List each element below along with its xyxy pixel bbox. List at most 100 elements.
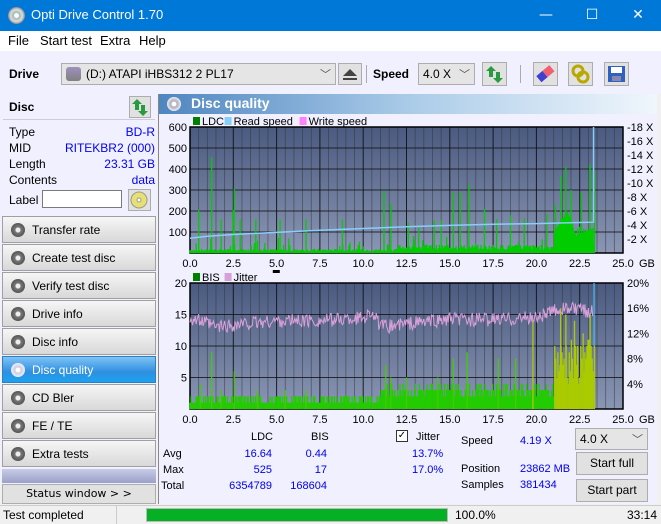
nav-verify-test-disc[interactable]: Verify test disc [2,272,156,299]
start-full-button[interactable]: Start full [576,452,648,475]
progress-text: 100.0% [455,508,496,522]
position-label: Position [461,463,501,475]
minimize-button[interactable]: — [523,0,569,31]
maximize-button[interactable]: ☐ [569,0,615,31]
y2-tick-label: -10 X [627,178,654,190]
nav-transfer-rate[interactable]: Transfer rate [2,216,156,243]
save-button[interactable] [604,62,629,86]
refresh-arrows-icon [486,66,503,83]
status-bar: Test completed 100.0% 33:14 [0,505,661,524]
eject-button[interactable] [338,63,362,85]
max-ldc: 525 [253,464,272,476]
disc-icon [11,279,25,293]
total-ldc: 6354789 [229,480,272,492]
x-tick-label: 17.5 [482,258,503,270]
x-tick-label: 7.5 [312,258,327,270]
x-tick-label: 12.5 [396,414,417,424]
floppy-disk-icon [608,66,625,82]
y2-tick-label: -6 X [627,206,648,218]
toolbar-separator [520,65,521,83]
status-text: Test completed [3,508,84,522]
x-tick-label: 15.0 [439,414,460,424]
drive-select-value: (D:) ATAPI iHBS312 2 PL17 [86,67,234,81]
start-part-button[interactable]: Start part [576,479,648,502]
disc-icon [11,307,25,321]
x-unit-label: GB [639,414,655,424]
close-button[interactable]: ✕ [615,0,661,31]
nav-disc-info[interactable]: Disc info [2,328,156,355]
status-window-button[interactable]: Status window > > [2,484,156,504]
y-tick-label: 200 [169,206,187,218]
nav-drive-info[interactable]: Drive info [2,300,156,327]
drive-select[interactable]: (D:) ATAPI iHBS312 2 PL17 ﹀ [61,63,336,85]
speed-select[interactable]: 4.0 X ﹀ [418,63,475,85]
y2-tick-label: -12 X [627,164,654,176]
charts-area: 100 200 300 400 500 600 -2 X -4 X -6 X -8 X -10 X -… [169,116,655,424]
position-value: 23862 MB [520,463,571,475]
gears-icon [571,64,590,84]
y-tick-label: 20 [175,278,187,290]
cd-icon [130,191,148,209]
disc-icon [11,251,25,265]
nav-label: Drive info [32,307,83,321]
test-speed-select[interactable]: 4.0 X ﹀ [575,428,648,450]
legend-label: Write speed [309,116,368,128]
x-tick-label: 22.5 [569,258,590,270]
app-disc-icon [8,7,25,24]
window-title: Opti Drive Control 1.70 [31,7,164,22]
nav-disc-quality[interactable]: Disc quality [2,356,156,383]
avg-bis: 0.44 [305,448,327,460]
menu-extra[interactable]: Extra [100,33,130,48]
legend-swatch [299,117,307,125]
eject-icon [343,69,357,80]
nav-fe-te[interactable]: FE / TE [2,412,156,439]
disc-icon [11,391,25,405]
menu-bar: File Start test Extra Help [0,31,661,51]
nav-create-test-disc[interactable]: Create test disc [2,244,156,271]
x-tick-label: 25.0 [612,258,633,270]
y-tick-label: 5 [181,373,187,385]
x-tick-label: 12.5 [396,258,417,270]
nav-cd-bler[interactable]: CD Bler [2,384,156,411]
elapsed-time: 33:14 [627,508,658,522]
erase-button[interactable] [533,62,558,86]
y2-tick-label: 16% [627,303,649,315]
avg-jitter: 13.7% [412,448,444,460]
y-tick-label: 500 [169,143,187,155]
y2-tick-label: -2 X [627,234,648,246]
nav-extra-tests[interactable]: Extra tests [2,440,156,467]
x-tick-label: 2.5 [226,258,241,270]
x-tick-label: 25.0 [612,414,633,424]
y-tick-label: 600 [169,122,187,134]
jitter-checkbox[interactable]: ✓ [396,430,408,442]
y-tick-label: 100 [169,227,187,239]
disc-label-input[interactable] [42,190,122,208]
x-tick-label: 10.0 [352,258,373,270]
y2-tick-label: 8% [627,354,643,366]
label-disc-button[interactable] [128,189,151,211]
disc-icon [11,363,25,377]
menu-start-test[interactable]: Start test [40,33,92,48]
legend-swatch [193,273,200,281]
nav-label: Disc info [32,335,79,349]
x-tick-label: 22.5 [569,414,590,424]
y2-tick-label: -14 X [627,150,654,162]
y2-tick-label: 20% [627,278,649,290]
menu-help[interactable]: Help [139,33,166,48]
x-unit-label: GB [639,258,655,270]
title-bar: Opti Drive Control 1.70 — ☐ ✕ [0,0,661,31]
col-bis-header: BIS [311,431,329,443]
disc-quality-icon [167,97,181,111]
refresh-button[interactable] [482,62,507,86]
settings-button[interactable] [568,62,593,86]
nav-label: FE / TE [32,419,73,433]
disc-label-key: Label [9,193,39,207]
disc-refresh-button[interactable] [129,96,151,118]
legend-swatch [224,117,232,125]
legend-label: LDC [202,116,224,128]
y2-tick-label: -8 X [627,192,648,204]
menu-file[interactable]: File [8,33,29,48]
drive-label: Drive [9,67,40,81]
max-label: Max [163,464,184,476]
x-tick-label: 5.0 [269,258,284,270]
